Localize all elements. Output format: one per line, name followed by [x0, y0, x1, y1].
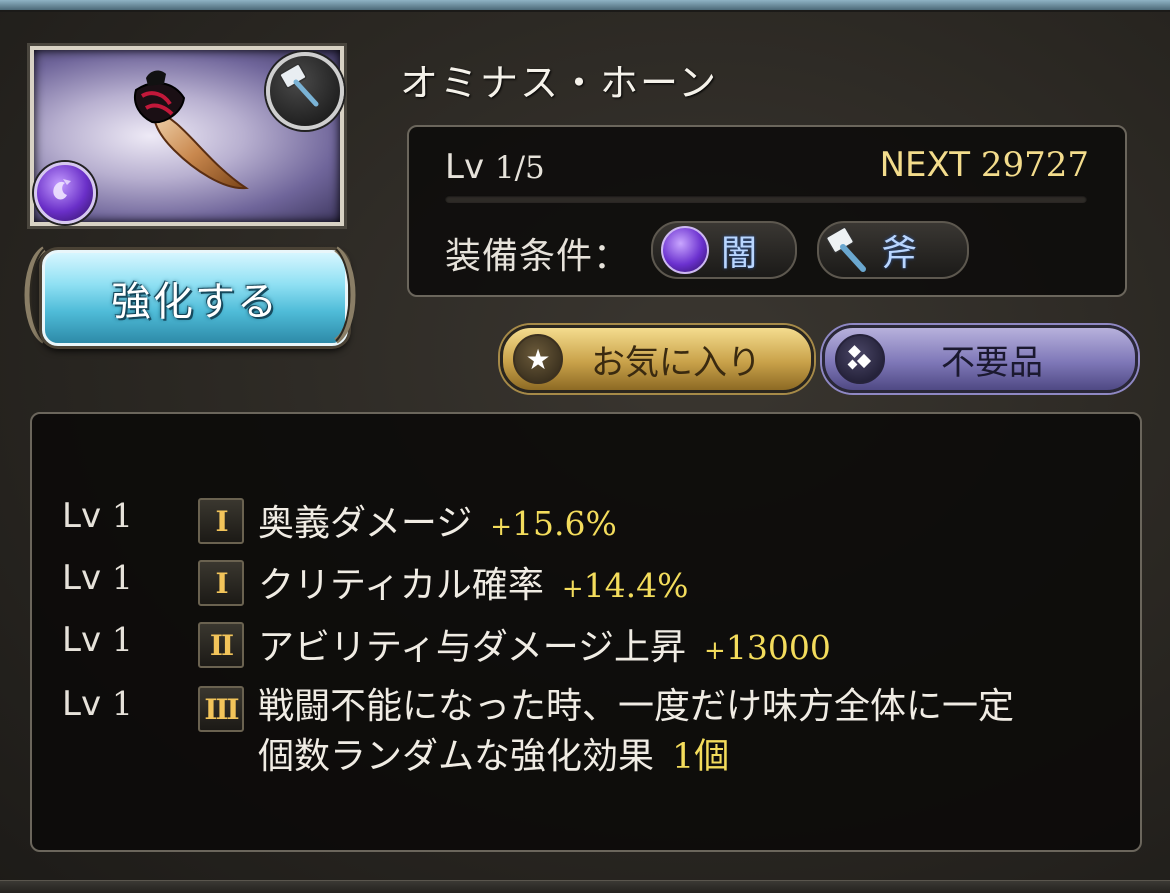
level-value: 1/5 — [494, 150, 545, 186]
upgrade-button[interactable]: 強化する — [42, 250, 348, 346]
unneeded-button[interactable]: 不要品 — [822, 325, 1138, 393]
dark-element-icon — [34, 162, 96, 224]
skill-name: クリティカル確率 — [258, 565, 544, 606]
element-name: 闇 — [721, 233, 758, 274]
skill-level: Lv 1 — [62, 684, 133, 724]
dark-element-icon — [661, 226, 709, 274]
favorite-button[interactable]: ★ お気に入り — [500, 325, 814, 393]
weapon-type-name: 斧 — [881, 233, 918, 274]
skill-name: 奥義ダメージ — [258, 503, 473, 544]
skill-value: +14.4% — [561, 566, 689, 605]
next-exp-display: NEXT 29727 — [880, 145, 1089, 185]
bottom-frame-bar — [0, 880, 1170, 893]
skill-description: クリティカル確率 +14.4% — [258, 556, 688, 608]
unneeded-label: 不要品 — [941, 342, 1043, 383]
skill-rank-icon: I — [198, 560, 244, 606]
skill-level: Lv 1 — [62, 620, 133, 660]
weapon-type-requirement-pill: 斧 — [817, 221, 969, 279]
skill-rank-icon: III — [198, 686, 244, 732]
skill-name: アビリティ与ダメージ上昇 — [258, 627, 687, 668]
skill-rank-icon: II — [198, 622, 244, 668]
top-frame-bar — [0, 0, 1170, 12]
star-icon: ★ — [513, 334, 563, 384]
axe-icon — [825, 226, 866, 272]
skill-name-line2: 個数ランダムな強化効果 — [258, 736, 655, 777]
skill-level: Lv 1 — [62, 496, 133, 536]
next-label: NEXT — [879, 145, 971, 185]
unneeded-icon — [835, 334, 885, 384]
skills-panel: Lv 1 I 奥義ダメージ +15.6% Lv 1 I クリティカル確率 +14.4… — [30, 412, 1142, 852]
skill-description: 奥義ダメージ +15.6% — [258, 494, 617, 546]
skill-rank-icon: I — [198, 498, 244, 544]
exp-progress-bar — [445, 195, 1087, 203]
upgrade-button-label: 強化する — [111, 279, 279, 325]
level-display: Lv 1/5 — [445, 147, 545, 187]
skill-value: +13000 — [704, 628, 831, 667]
skill-value: 1個 — [672, 737, 730, 777]
skill-description: アビリティ与ダメージ上昇 +13000 — [258, 618, 831, 670]
weapon-name: オミナス・ホーン — [400, 61, 719, 105]
button-ornament-right — [334, 246, 356, 344]
element-requirement-pill: 闇 — [651, 221, 797, 279]
skill-name-line1: 戦闘不能になった時、一度だけ味方全体に一定 — [258, 686, 1015, 727]
skill-level: Lv 1 — [62, 558, 133, 598]
skill-value: +15.6% — [490, 504, 617, 543]
next-exp-value: 29727 — [980, 145, 1089, 185]
axe-badge-icon — [266, 52, 344, 130]
requirements-label: 装備条件： — [445, 236, 631, 277]
level-label: Lv — [445, 147, 485, 187]
weapon-info-box: Lv 1/5 NEXT 29727 装備条件： 闇 斧 — [407, 125, 1127, 297]
skill-description: 戦闘不能になった時、一度だけ味方全体に一定 個数ランダムな強化効果 1個 — [258, 682, 1014, 782]
favorite-label: お気に入り — [591, 342, 761, 383]
